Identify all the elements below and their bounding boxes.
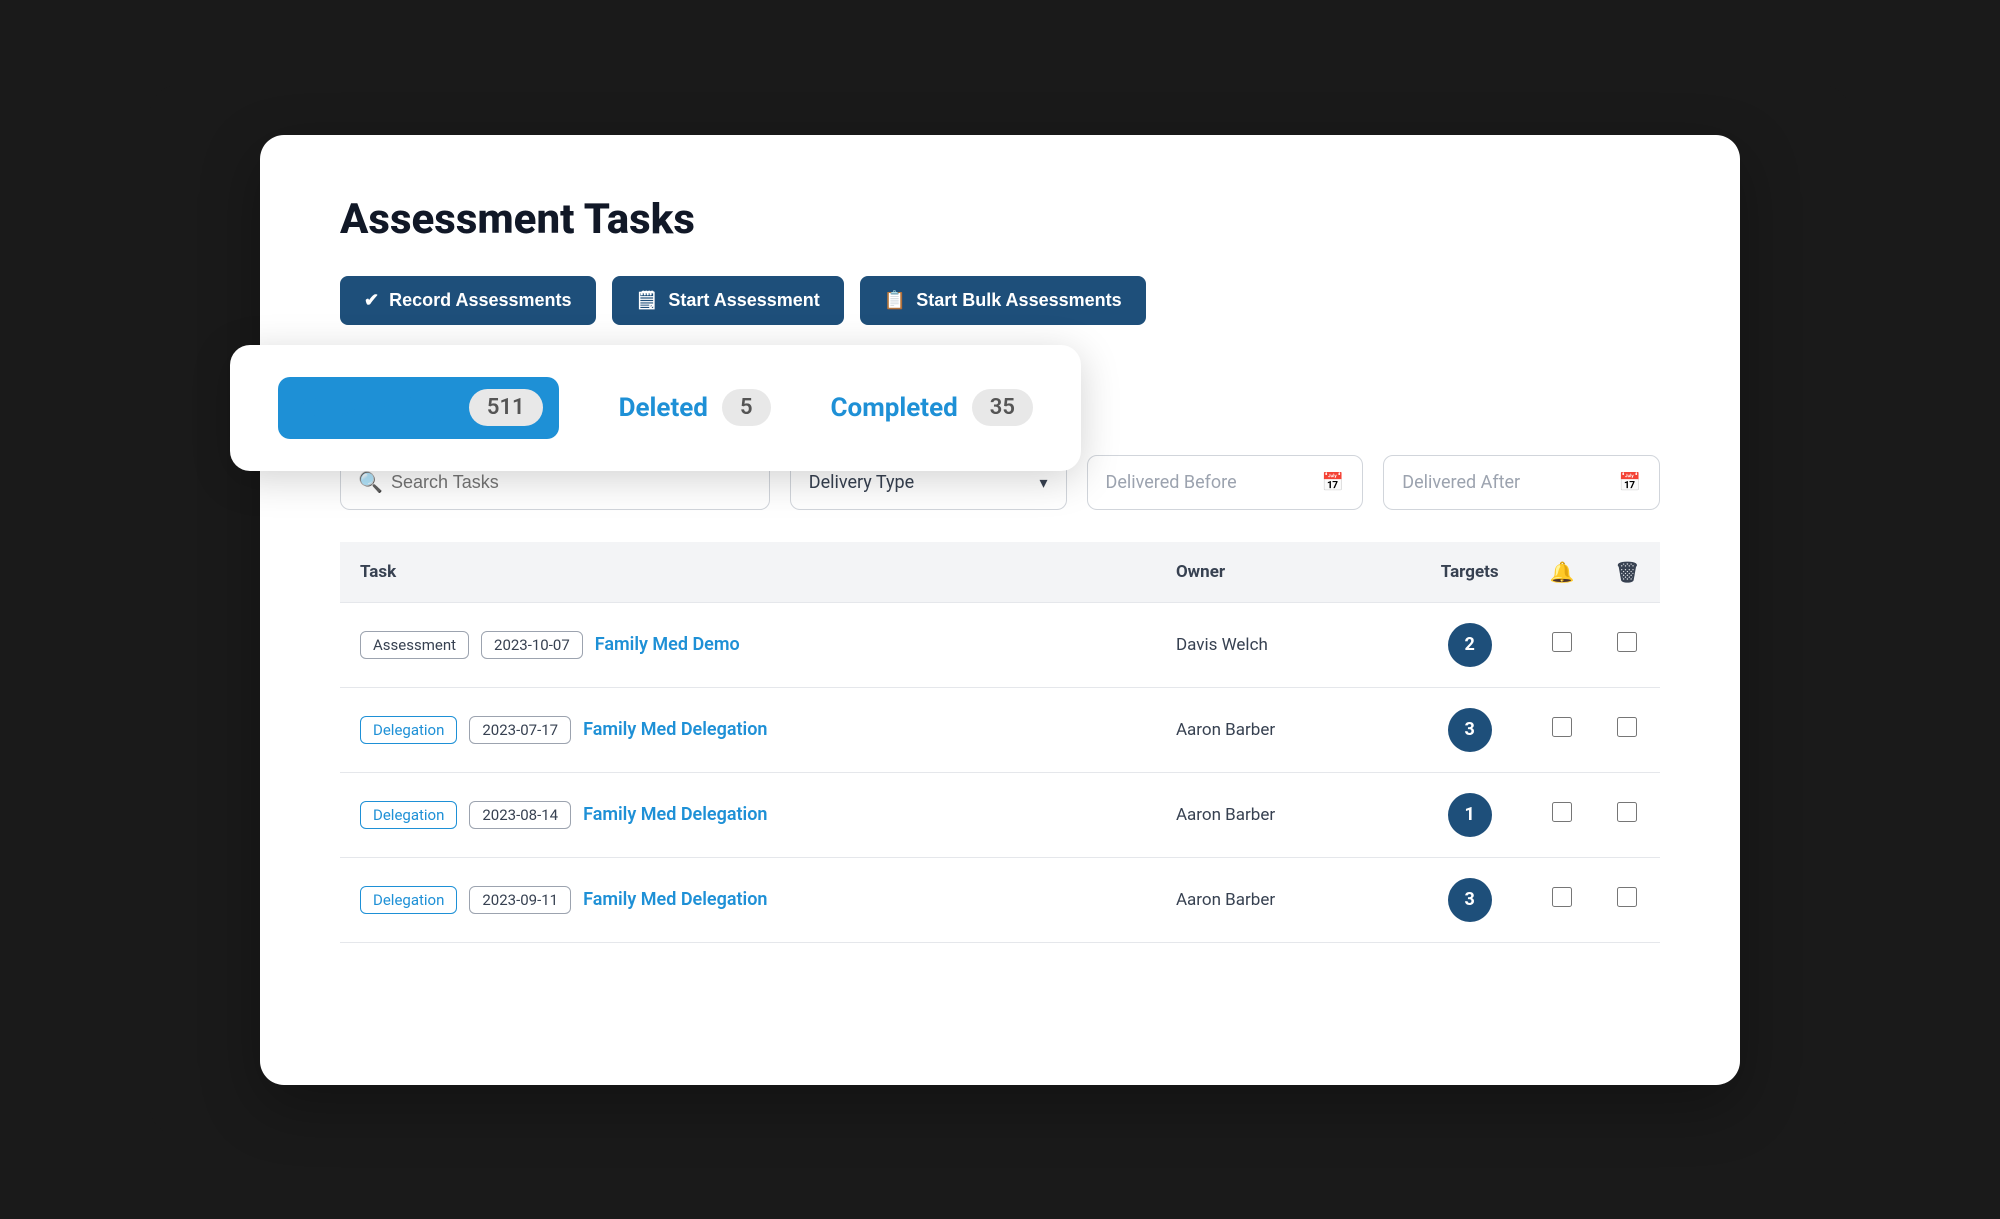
- tag-3: Delegation: [360, 886, 457, 914]
- col-owner: Owner: [1156, 542, 1410, 603]
- delivered-after-input[interactable]: Delivered After 📅: [1383, 455, 1660, 510]
- calendar-icon-2: 📅: [1619, 472, 1641, 493]
- page-title: Assessment Tasks: [340, 195, 1660, 244]
- bell-cell-2[interactable]: [1530, 772, 1595, 857]
- task-cell-0: Assessment 2023-10-07 Family Med Demo: [340, 602, 1156, 687]
- task-link-2[interactable]: Family Med Delegation: [583, 804, 767, 825]
- targets-badge-3: 3: [1448, 878, 1492, 922]
- action-buttons: ✔ Record Assessments 🗒 Start Assessment …: [340, 276, 1660, 325]
- bell-header-icon: 🔔: [1550, 560, 1575, 584]
- tabs-card: Outstanding 511 Deleted 5 Completed 35: [230, 345, 1081, 471]
- start-bulk-assessments-icon: 📋: [884, 290, 906, 311]
- tag-1: Delegation: [360, 716, 457, 744]
- content-area: 🔍 Delivery Type ▾ Delivered Before 📅 Del…: [340, 455, 1660, 943]
- trash-header-icon: 🗑: [1615, 560, 1640, 584]
- delivered-before-label: Delivered Before: [1106, 472, 1237, 493]
- trash-checkbox-3[interactable]: [1617, 887, 1637, 907]
- tab-outstanding[interactable]: Outstanding 511: [278, 377, 559, 439]
- task-link-3[interactable]: Family Med Delegation: [583, 889, 767, 910]
- delivery-type-label: Delivery Type: [809, 472, 914, 493]
- tab-outstanding-label: Outstanding: [278, 377, 469, 439]
- owner-cell-1: Aaron Barber: [1156, 687, 1410, 772]
- start-bulk-assessments-button[interactable]: 📋 Start Bulk Assessments: [860, 276, 1146, 325]
- table-row: Delegation 2023-08-14 Family Med Delegat…: [340, 772, 1660, 857]
- table-header-row: Task Owner Targets 🔔 🗑: [340, 542, 1660, 603]
- tag-0: Assessment: [360, 631, 469, 659]
- table-row: Delegation 2023-09-11 Family Med Delegat…: [340, 857, 1660, 942]
- col-trash: 🗑: [1595, 542, 1660, 603]
- task-table: Task Owner Targets 🔔 🗑: [340, 542, 1660, 943]
- record-assessments-label: Record Assessments: [389, 290, 571, 311]
- owner-cell-0: Davis Welch: [1156, 602, 1410, 687]
- chevron-down-icon: ▾: [1039, 473, 1047, 492]
- search-icon: 🔍: [358, 470, 383, 494]
- trash-cell-2[interactable]: [1595, 772, 1660, 857]
- col-targets: Targets: [1410, 542, 1530, 603]
- date-tag-3: 2023-09-11: [469, 886, 571, 914]
- tab-completed-label: Completed: [831, 393, 958, 423]
- task-link-0[interactable]: Family Med Demo: [595, 634, 740, 655]
- task-cell-2: Delegation 2023-08-14 Family Med Delegat…: [340, 772, 1156, 857]
- task-cell-3: Delegation 2023-09-11 Family Med Delegat…: [340, 857, 1156, 942]
- tab-deleted[interactable]: Deleted 5: [619, 389, 771, 426]
- trash-checkbox-2[interactable]: [1617, 802, 1637, 822]
- table-row: Delegation 2023-07-17 Family Med Delegat…: [340, 687, 1660, 772]
- owner-cell-2: Aaron Barber: [1156, 772, 1410, 857]
- bell-cell-3[interactable]: [1530, 857, 1595, 942]
- trash-checkbox-1[interactable]: [1617, 717, 1637, 737]
- bell-checkbox-0[interactable]: [1552, 632, 1572, 652]
- tab-completed[interactable]: Completed 35: [831, 389, 1033, 426]
- calendar-icon: 📅: [1322, 472, 1344, 493]
- date-tag-0: 2023-10-07: [481, 631, 583, 659]
- trash-cell-1[interactable]: [1595, 687, 1660, 772]
- record-assessments-icon: ✔: [364, 290, 379, 311]
- start-bulk-assessments-label: Start Bulk Assessments: [916, 290, 1121, 311]
- targets-badge-2: 1: [1448, 793, 1492, 837]
- col-task: Task: [340, 542, 1156, 603]
- targets-cell-0: 2: [1410, 602, 1530, 687]
- bell-checkbox-3[interactable]: [1552, 887, 1572, 907]
- bell-cell-0[interactable]: [1530, 602, 1595, 687]
- bell-checkbox-2[interactable]: [1552, 802, 1572, 822]
- targets-cell-1: 3: [1410, 687, 1530, 772]
- start-assessment-button[interactable]: 🗒 Start Assessment: [612, 276, 844, 325]
- record-assessments-button[interactable]: ✔ Record Assessments: [340, 276, 596, 325]
- task-cell-1: Delegation 2023-07-17 Family Med Delegat…: [340, 687, 1156, 772]
- owner-cell-3: Aaron Barber: [1156, 857, 1410, 942]
- bell-checkbox-1[interactable]: [1552, 717, 1572, 737]
- tab-deleted-count: 5: [722, 389, 771, 426]
- table-row: Assessment 2023-10-07 Family Med Demo Da…: [340, 602, 1660, 687]
- targets-badge-1: 3: [1448, 708, 1492, 752]
- tab-outstanding-count: 511: [469, 389, 543, 426]
- tab-completed-count: 35: [972, 389, 1033, 426]
- delivered-after-label: Delivered After: [1402, 472, 1520, 493]
- tag-2: Delegation: [360, 801, 457, 829]
- start-assessment-icon: 🗒: [636, 290, 659, 311]
- date-tag-2: 2023-08-14: [469, 801, 571, 829]
- targets-cell-3: 3: [1410, 857, 1530, 942]
- col-bell: 🔔: [1530, 542, 1595, 603]
- bell-cell-1[interactable]: [1530, 687, 1595, 772]
- trash-cell-0[interactable]: [1595, 602, 1660, 687]
- date-tag-1: 2023-07-17: [469, 716, 571, 744]
- task-link-1[interactable]: Family Med Delegation: [583, 719, 767, 740]
- targets-badge-0: 2: [1448, 623, 1492, 667]
- start-assessment-label: Start Assessment: [668, 290, 819, 311]
- trash-cell-3[interactable]: [1595, 857, 1660, 942]
- tab-deleted-label: Deleted: [619, 393, 708, 423]
- trash-checkbox-0[interactable]: [1617, 632, 1637, 652]
- targets-cell-2: 1: [1410, 772, 1530, 857]
- delivered-before-input[interactable]: Delivered Before 📅: [1087, 455, 1364, 510]
